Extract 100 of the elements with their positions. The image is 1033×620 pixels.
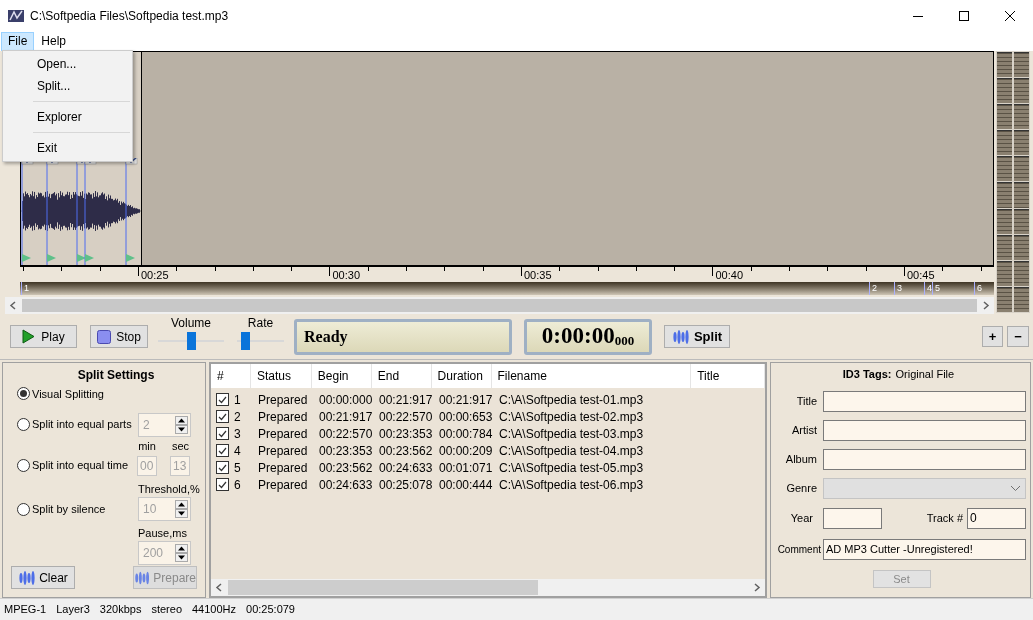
table-cell-text: Prepared bbox=[257, 459, 309, 477]
track-field[interactable]: 0 bbox=[967, 507, 1026, 529]
text-field[interactable] bbox=[823, 448, 1026, 470]
menu-item[interactable]: Help bbox=[34, 31, 74, 51]
table-cell-text: 00:22:570 bbox=[378, 408, 432, 426]
time-label: 00:30 bbox=[332, 269, 361, 282]
wave-icon bbox=[134, 569, 151, 586]
menu-option[interactable]: Open... bbox=[3, 53, 132, 75]
menu-item[interactable]: File bbox=[1, 31, 35, 51]
text-field[interactable] bbox=[823, 390, 1026, 412]
table-cell-text: 00:01:071 bbox=[438, 459, 492, 477]
scroll-thumb[interactable] bbox=[22, 299, 977, 312]
split-icon bbox=[671, 328, 690, 345]
table-cell-text: Prepared bbox=[257, 476, 309, 494]
row-checkbox[interactable] bbox=[216, 444, 229, 457]
segment-label: 5 bbox=[932, 282, 940, 296]
field-label: Year bbox=[789, 510, 813, 526]
play-icon bbox=[22, 329, 36, 344]
radio-button[interactable] bbox=[17, 418, 30, 432]
time-display: 0:00:00000 bbox=[524, 318, 652, 355]
table-cell-text: C:\A\Softpedia test-05.mp3 bbox=[498, 459, 645, 477]
status-text: stereo bbox=[151, 602, 182, 618]
table-cell-text: 00:23:353 bbox=[378, 425, 432, 443]
comment-field[interactable]: AD MP3 Cutter -Unregistered! bbox=[823, 538, 1026, 560]
table-cell-text: 6 bbox=[234, 476, 241, 494]
status-text: 00:25:079 bbox=[246, 602, 295, 618]
field-label: Genre bbox=[785, 480, 817, 496]
zoom-out-button[interactable]: − bbox=[1007, 326, 1029, 347]
slider-track[interactable] bbox=[158, 330, 224, 351]
radio-label: Visual Splitting bbox=[32, 386, 104, 402]
zoom-in-button[interactable]: + bbox=[982, 326, 1003, 347]
radio-button[interactable] bbox=[17, 459, 30, 472]
field-label: Comment bbox=[776, 542, 821, 557]
play-button[interactable]: Play bbox=[10, 325, 77, 348]
clear-button[interactable]: Clear bbox=[11, 566, 75, 589]
radio-button[interactable] bbox=[17, 387, 30, 401]
radio-button[interactable] bbox=[17, 502, 30, 516]
horizontal-scrollbar[interactable] bbox=[211, 579, 765, 596]
chevron-down-icon bbox=[1010, 484, 1021, 492]
segment-label: 3 bbox=[894, 282, 902, 296]
column-header[interactable]: Title bbox=[691, 364, 765, 388]
menu-option[interactable]: Exit bbox=[3, 137, 132, 159]
column-header[interactable]: Duration bbox=[431, 364, 492, 388]
panel-title: ID3 Tags: bbox=[842, 367, 892, 382]
table-cell-text: C:\A\Softpedia test-02.mp3 bbox=[498, 408, 645, 426]
table-cell-text: C:\A\Softpedia test-01.mp3 bbox=[498, 391, 645, 409]
stop-button[interactable]: Stop bbox=[90, 325, 148, 348]
menu-option[interactable]: Split... bbox=[3, 75, 132, 97]
table-cell-text: Prepared bbox=[257, 425, 309, 443]
pause-label: Pause,ms bbox=[138, 526, 188, 541]
column-header[interactable]: # bbox=[211, 364, 251, 388]
status-text: 44100Hz bbox=[192, 602, 237, 618]
slider-label: Rate bbox=[247, 316, 274, 330]
row-checkbox[interactable] bbox=[216, 393, 229, 406]
source-label: Original File bbox=[895, 367, 955, 382]
slider-track[interactable] bbox=[237, 330, 284, 351]
table-cell-text: 2 bbox=[234, 408, 241, 426]
table-cell-text: 00:00:653 bbox=[438, 408, 492, 426]
row-checkbox[interactable] bbox=[216, 427, 229, 440]
table-cell-text: 5 bbox=[234, 459, 241, 477]
table-cell-text: 00:21:917 bbox=[438, 391, 492, 409]
column-header[interactable]: Status bbox=[250, 364, 312, 388]
table-cell-text: Prepared bbox=[257, 408, 309, 426]
table-cell-text: 00:24:633 bbox=[318, 476, 372, 494]
menu-option[interactable]: Explorer bbox=[3, 106, 132, 128]
table-cell-text: 00:00:209 bbox=[438, 442, 492, 460]
field-label: Title bbox=[795, 393, 817, 409]
horizontal-scrollbar[interactable] bbox=[5, 297, 994, 314]
row-checkbox[interactable] bbox=[216, 461, 229, 474]
column-header[interactable]: End bbox=[371, 364, 432, 388]
table-cell-text: Prepared bbox=[257, 391, 309, 409]
row-checkbox[interactable] bbox=[216, 478, 229, 491]
table-cell-text: 00:23:562 bbox=[378, 442, 432, 460]
app-icon bbox=[8, 7, 24, 24]
year-field[interactable] bbox=[823, 507, 882, 529]
time-label: 00:25 bbox=[141, 269, 169, 282]
column-header[interactable]: Filename bbox=[491, 364, 692, 388]
text-field[interactable] bbox=[823, 419, 1026, 441]
radio-label: Split into equal time bbox=[32, 458, 128, 474]
status-display: Ready bbox=[294, 318, 512, 355]
wave-icon bbox=[18, 569, 37, 586]
table-cell-text: C:\A\Softpedia test-06.mp3 bbox=[498, 476, 645, 494]
field-label: Album bbox=[784, 451, 817, 467]
row-checkbox[interactable] bbox=[216, 410, 229, 423]
slider-thumb[interactable] bbox=[240, 331, 250, 350]
table-cell-text: C:\A\Softpedia test-04.mp3 bbox=[498, 442, 645, 460]
panel-title: Split Settings bbox=[77, 367, 155, 384]
table-cell-text: 00:00:444 bbox=[438, 476, 492, 494]
slider-thumb[interactable] bbox=[186, 331, 196, 350]
slider-label: Volume bbox=[171, 316, 211, 330]
table-cell-text: 4 bbox=[234, 442, 241, 460]
column-header[interactable]: Begin bbox=[311, 364, 372, 388]
radio-label: Split by silence bbox=[32, 502, 106, 518]
split-button[interactable]: Split bbox=[664, 325, 730, 348]
stop-icon bbox=[97, 329, 112, 344]
table-cell-text: 1 bbox=[234, 391, 241, 409]
scroll-thumb[interactable] bbox=[228, 580, 538, 595]
radio-label: Split into equal parts bbox=[32, 417, 132, 433]
table-cell-text: Prepared bbox=[257, 442, 309, 460]
segment-label: 1 bbox=[21, 282, 29, 296]
